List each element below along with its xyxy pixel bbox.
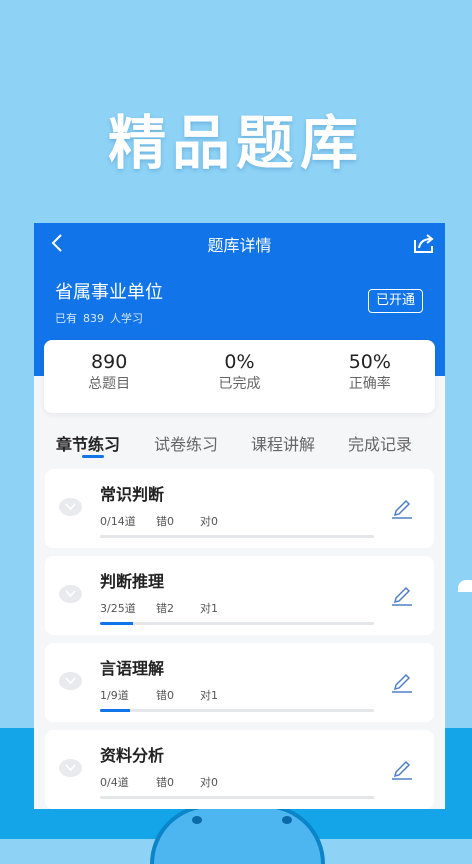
wrong-count: 错2 bbox=[156, 602, 174, 615]
chevron-down-icon[interactable] bbox=[59, 585, 82, 603]
wrong-count: 错0 bbox=[156, 689, 174, 702]
done-count: 3/25道 bbox=[100, 602, 136, 615]
tab-chapter-practice[interactable]: 章节练习 bbox=[56, 431, 120, 455]
chapter-progress-bar bbox=[100, 622, 374, 625]
stat-completed: 0% 已完成 bbox=[174, 340, 304, 413]
stat-total-questions: 890 总题目 bbox=[44, 340, 174, 413]
tab-course-lecture[interactable]: 课程讲解 bbox=[251, 431, 315, 455]
chapter-name: 判断推理 bbox=[100, 572, 165, 591]
right-count: 对1 bbox=[200, 602, 218, 615]
stat-label: 已完成 bbox=[218, 376, 261, 392]
stat-label: 总题目 bbox=[88, 376, 131, 392]
chapter-progress-bar bbox=[100, 535, 374, 538]
chevron-down-icon[interactable] bbox=[59, 759, 82, 777]
cloud-decoration bbox=[458, 580, 472, 592]
phone-screen: 题库详情 省属事业单位 已有 839 人学习 已开通 890 总题目 0% 已完成 … bbox=[34, 223, 445, 809]
tab-paper-practice[interactable]: 试卷练习 bbox=[154, 431, 218, 455]
active-tab-indicator bbox=[82, 455, 104, 458]
wrong-count: 错0 bbox=[156, 515, 174, 528]
stat-value: 890 bbox=[91, 351, 128, 373]
pencil-icon[interactable] bbox=[390, 497, 414, 519]
tab-completion-record[interactable]: 完成记录 bbox=[348, 431, 412, 455]
chapter-name: 言语理解 bbox=[100, 659, 165, 678]
chapter-stats: 0/14道 错0 对0 bbox=[100, 513, 218, 529]
chapter-card[interactable]: 常识判断 0/14道 错0 对0 bbox=[45, 469, 434, 548]
right-count: 对0 bbox=[200, 515, 218, 528]
done-count: 0/4道 bbox=[100, 776, 129, 789]
chapter-stats: 3/25道 错2 对1 bbox=[100, 600, 218, 616]
chevron-down-icon[interactable] bbox=[59, 672, 82, 690]
chapter-card[interactable]: 资料分析 0/4道 错0 对0 bbox=[45, 730, 434, 809]
mascot-eye bbox=[282, 816, 292, 824]
right-count: 对0 bbox=[200, 776, 218, 789]
chapter-stats: 0/4道 错0 对0 bbox=[100, 774, 218, 790]
chapter-name: 常识判断 bbox=[100, 485, 165, 504]
stat-accuracy: 50% 正确率 bbox=[305, 340, 435, 413]
navigation-bar: 题库详情 bbox=[34, 223, 445, 265]
chapter-name: 资料分析 bbox=[100, 746, 165, 765]
opened-status-badge: 已开通 bbox=[367, 289, 423, 313]
chapter-progress-bar bbox=[100, 709, 374, 712]
pencil-icon[interactable] bbox=[390, 584, 414, 606]
stat-value: 0% bbox=[224, 351, 255, 373]
question-bank-name: 省属事业单位 bbox=[55, 282, 163, 303]
done-count: 0/14道 bbox=[100, 515, 136, 528]
pencil-icon[interactable] bbox=[390, 758, 414, 780]
done-count: 1/9道 bbox=[100, 689, 129, 702]
chapter-card[interactable]: 言语理解 1/9道 错0 对1 bbox=[45, 643, 434, 722]
right-count: 对1 bbox=[200, 689, 218, 702]
stats-card: 890 总题目 0% 已完成 50% 正确率 bbox=[44, 340, 435, 413]
stat-value: 50% bbox=[348, 351, 391, 373]
nav-title: 题库详情 bbox=[207, 236, 272, 255]
wrong-count: 错0 bbox=[156, 776, 174, 789]
pencil-icon[interactable] bbox=[390, 671, 414, 693]
chapter-progress-fill bbox=[100, 709, 131, 712]
hero-title: 精品题库 bbox=[107, 109, 364, 177]
learner-suffix: 人学习 bbox=[110, 312, 143, 325]
chapter-card[interactable]: 判断推理 3/25道 错2 对1 bbox=[45, 556, 434, 635]
chapter-progress-bar bbox=[100, 796, 374, 799]
stat-label: 正确率 bbox=[348, 376, 391, 392]
chevron-down-icon[interactable] bbox=[59, 498, 82, 516]
chapter-progress-fill bbox=[100, 622, 133, 625]
mascot-eye bbox=[192, 816, 202, 824]
learner-count-line: 已有 839 人学习 bbox=[55, 310, 149, 326]
chapter-stats: 1/9道 错0 对1 bbox=[100, 687, 218, 703]
learner-prefix: 已有 bbox=[55, 312, 77, 325]
share-icon[interactable] bbox=[411, 231, 437, 255]
learner-count: 839 bbox=[83, 312, 104, 325]
